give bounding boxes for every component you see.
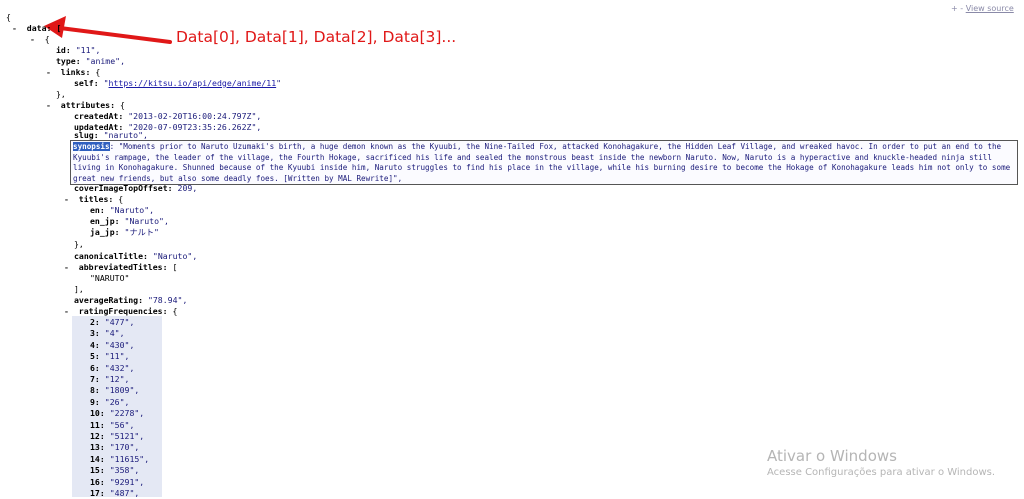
- synopsis-line: synopsis: "Moments prior to Naruto Uzuma…: [73, 142, 1011, 184]
- view-source-link[interactable]: View source: [966, 4, 1014, 13]
- rating-frequencies-line: - ratingFrequencies: {: [64, 306, 178, 316]
- annotation-label: Data[0], Data[1], Data[2], Data[3]...: [176, 28, 457, 46]
- links-close: },: [56, 89, 66, 99]
- data-line: - data: [: [12, 23, 61, 34]
- rating-frequency-value: "4",: [104, 328, 125, 339]
- view-source-control: + - View source: [951, 4, 1014, 13]
- rating-frequency-key: 7:: [90, 374, 100, 384]
- rating-frequency-value: "11",: [104, 351, 130, 362]
- synopsis-value: : "Moments prior to Naruto Uzumaki's bir…: [73, 142, 1011, 183]
- rating-frequency-key: 9:: [90, 396, 100, 407]
- rating-frequency-value: "12",: [104, 374, 130, 384]
- average-rating-line: averageRating: "78.94",: [74, 295, 188, 305]
- rating-frequency-key: 8:: [90, 385, 100, 396]
- rating-frequency-key: 3:: [90, 328, 100, 339]
- rating-frequency-key: 12:: [90, 431, 105, 441]
- data-key: data: [: [26, 23, 62, 33]
- attributes-collapse-toggle[interactable]: -: [46, 100, 51, 110]
- slug-line: slug: "naruto",: [74, 130, 148, 140]
- rating-frequency-key: 15:: [90, 465, 105, 476]
- rating-frequency-value: "2278",: [109, 408, 145, 419]
- rating-frequency-value: "5121",: [109, 431, 145, 441]
- rating-frequency-value: "11615",: [109, 453, 150, 464]
- rating-frequencies-collapse-toggle[interactable]: -: [64, 306, 69, 316]
- abbreviated-title-item: "NARUTO": [90, 273, 130, 283]
- rating-frequency-value: "430",: [104, 339, 135, 350]
- rating-frequency-key: 14:: [90, 453, 105, 464]
- rating-frequency-key: 16:: [90, 476, 105, 487]
- created-at-line: createdAt: "2013-02-20T16:00:24.797Z",: [74, 111, 262, 121]
- abbreviated-titles-collapse-toggle[interactable]: -: [64, 262, 69, 272]
- abbreviated-titles-close: ],: [74, 284, 84, 294]
- rating-frequency-row: 13: "170",: [90, 442, 139, 453]
- rating-frequency-row: 10: "2278",: [90, 408, 144, 419]
- rating-frequency-value: "9291",: [109, 476, 145, 487]
- links-line: - links: {: [46, 67, 101, 77]
- rating-frequency-row: 3: "4",: [90, 328, 125, 339]
- rating-frequency-row: 11: "56",: [90, 420, 134, 431]
- id-line: id: "11",: [56, 45, 101, 55]
- rating-frequency-key: 13:: [90, 442, 105, 453]
- rating-frequency-value: "358",: [109, 465, 140, 476]
- rating-frequency-row: 8: "1809",: [90, 385, 139, 396]
- rating-frequency-value: "26",: [104, 396, 130, 407]
- rating-frequency-key: 10:: [90, 408, 105, 419]
- synopsis-key-selected: synopsis: [73, 142, 110, 151]
- canonical-title-line: canonicalTitle: "Naruto",: [74, 251, 198, 261]
- rating-frequency-value: "432",: [104, 362, 135, 373]
- links-collapse-toggle[interactable]: -: [46, 67, 51, 77]
- rating-frequency-row: 15: "358",: [90, 465, 139, 476]
- self-url-link[interactable]: https://kitsu.io/api/edge/anime/11: [109, 78, 277, 88]
- rating-frequency-key: 2:: [90, 317, 100, 327]
- rating-frequency-row: 2: "477",: [90, 317, 134, 328]
- rating-frequency-value: "170",: [109, 442, 140, 453]
- titles-collapse-toggle[interactable]: -: [64, 194, 69, 204]
- title-ja-jp-line: ja_jp: "ナルト": [90, 227, 159, 237]
- attributes-line: - attributes: {: [46, 100, 125, 110]
- rating-frequency-row: 12: "5121",: [90, 431, 144, 442]
- rating-frequency-row: 9: "26",: [90, 397, 129, 408]
- rating-frequency-row: 14: "11615",: [90, 454, 149, 465]
- rating-frequency-row: 16: "9291",: [90, 477, 144, 488]
- title-en-jp-line: en_jp: "Naruto",: [90, 216, 169, 226]
- rating-frequency-row: 17: "487",: [90, 488, 139, 499]
- titles-line: - titles: {: [64, 194, 124, 204]
- rating-frequency-key: 5:: [90, 351, 100, 362]
- root-open-brace: {: [6, 12, 11, 22]
- self-line: self: "https://kitsu.io/api/edge/anime/1…: [74, 78, 282, 88]
- rating-frequency-row: 6: "432",: [90, 363, 134, 374]
- data-collapse-toggle[interactable]: -: [12, 23, 17, 33]
- type-line: type: "anime",: [56, 56, 126, 66]
- item-open-line: - {: [30, 34, 50, 44]
- item-collapse-toggle[interactable]: -: [30, 34, 35, 44]
- abbreviated-titles-line: - abbreviatedTitles: [: [64, 262, 178, 272]
- rating-frequency-key: 4:: [90, 339, 100, 350]
- rating-frequency-row: 4: "430",: [90, 340, 134, 351]
- rating-frequency-value: "56",: [109, 419, 135, 430]
- rating-frequency-row: 5: "11",: [90, 351, 129, 362]
- rating-frequency-key: 11:: [90, 419, 105, 430]
- rating-frequency-row: 7: "12",: [90, 374, 129, 385]
- collapse-expand-toggles[interactable]: + -: [951, 4, 966, 13]
- rating-frequency-value: "1809",: [104, 385, 140, 396]
- windows-activation-subtitle: Acesse Configurações para ativar o Windo…: [767, 467, 996, 478]
- titles-close: },: [74, 239, 84, 249]
- title-en-line: en: "Naruto",: [90, 205, 155, 215]
- windows-activation-title: Ativar o Windows: [767, 447, 897, 465]
- rating-frequency-value: "477",: [104, 317, 135, 327]
- cover-image-top-offset-line: coverImageTopOffset: 209,: [74, 183, 198, 193]
- rating-frequency-key: 6:: [90, 362, 100, 373]
